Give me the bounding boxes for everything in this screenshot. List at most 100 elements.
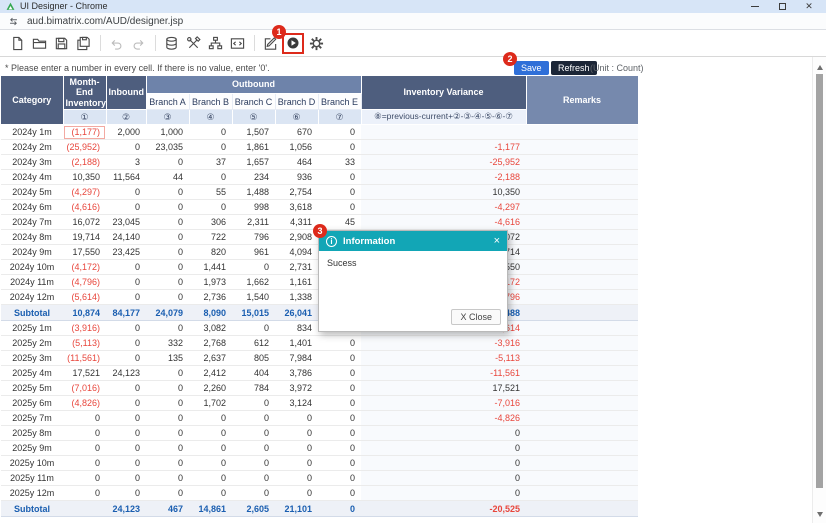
table-cell[interactable]: 24,140 bbox=[106, 230, 146, 245]
table-cell[interactable] bbox=[526, 486, 638, 501]
table-cell[interactable]: 0 bbox=[275, 471, 318, 486]
table-cell[interactable]: 55 bbox=[189, 185, 232, 200]
open-button[interactable] bbox=[29, 33, 49, 53]
table-cell[interactable]: 1,488 bbox=[232, 185, 275, 200]
table-cell[interactable] bbox=[526, 351, 638, 366]
table-cell[interactable]: 936 bbox=[275, 170, 318, 185]
table-cell[interactable]: 0 bbox=[232, 471, 275, 486]
table-cell[interactable] bbox=[526, 411, 638, 426]
table-cell[interactable]: 0 bbox=[189, 200, 232, 215]
table-cell[interactable] bbox=[526, 426, 638, 441]
save-as-button[interactable] bbox=[73, 33, 93, 53]
table-cell[interactable]: 0 bbox=[318, 471, 361, 486]
table-cell[interactable]: (4,616) bbox=[63, 200, 106, 215]
table-cell[interactable]: 234 bbox=[232, 170, 275, 185]
table-cell[interactable]: 0 bbox=[232, 321, 275, 336]
table-cell[interactable]: 2,637 bbox=[189, 351, 232, 366]
table-cell[interactable]: 0 bbox=[318, 411, 361, 426]
table-cell[interactable] bbox=[526, 230, 638, 245]
table-cell[interactable] bbox=[526, 155, 638, 170]
table-cell[interactable]: 0 bbox=[318, 366, 361, 381]
table-cell[interactable]: 0 bbox=[318, 336, 361, 351]
save-button[interactable]: Save bbox=[514, 61, 549, 75]
table-cell[interactable]: 306 bbox=[189, 215, 232, 230]
table-cell[interactable]: 135 bbox=[146, 351, 189, 366]
table-cell[interactable]: 0 bbox=[146, 155, 189, 170]
table-cell[interactable]: 2,412 bbox=[189, 366, 232, 381]
table-cell[interactable]: 0 bbox=[189, 125, 232, 140]
table-cell[interactable]: 0 bbox=[146, 245, 189, 260]
table-cell[interactable]: 0 bbox=[318, 185, 361, 200]
source-view-button[interactable] bbox=[227, 33, 247, 53]
table-cell[interactable]: 0 bbox=[189, 486, 232, 501]
table-cell[interactable]: 1,161 bbox=[275, 275, 318, 290]
table-cell[interactable] bbox=[526, 275, 638, 290]
table-cell[interactable]: 0 bbox=[232, 396, 275, 411]
table-cell[interactable]: 0 bbox=[146, 321, 189, 336]
table-cell[interactable]: 404 bbox=[232, 366, 275, 381]
table-cell[interactable] bbox=[526, 140, 638, 155]
table-cell[interactable]: 0 bbox=[189, 140, 232, 155]
table-cell[interactable]: 0 bbox=[106, 411, 146, 426]
table-cell[interactable]: 23,035 bbox=[146, 140, 189, 155]
table-cell[interactable]: 3,618 bbox=[275, 200, 318, 215]
table-cell[interactable]: 0 bbox=[106, 260, 146, 275]
table-cell[interactable]: 11,564 bbox=[106, 170, 146, 185]
table-cell[interactable]: 0 bbox=[318, 396, 361, 411]
close-icon[interactable]: ✕ bbox=[804, 2, 814, 12]
table-cell[interactable]: 2,311 bbox=[232, 215, 275, 230]
table-cell[interactable]: 0 bbox=[318, 456, 361, 471]
table-cell[interactable]: 0 bbox=[318, 426, 361, 441]
table-cell[interactable]: 0 bbox=[146, 185, 189, 200]
table-cell[interactable]: 2,754 bbox=[275, 185, 318, 200]
run-preview-button[interactable]: 1 bbox=[282, 33, 304, 54]
table-cell[interactable]: 23,425 bbox=[106, 245, 146, 260]
table-cell[interactable]: -7,016 bbox=[361, 396, 526, 411]
table-cell[interactable]: 1,507 bbox=[232, 125, 275, 140]
table-cell[interactable] bbox=[526, 456, 638, 471]
table-cell[interactable]: (4,826) bbox=[63, 396, 106, 411]
table-cell[interactable]: 0 bbox=[106, 426, 146, 441]
table-cell[interactable]: 24,123 bbox=[106, 366, 146, 381]
table-cell[interactable]: 0 bbox=[232, 426, 275, 441]
table-cell[interactable]: 3 bbox=[106, 155, 146, 170]
table-cell[interactable]: 0 bbox=[63, 486, 106, 501]
table-cell[interactable]: 16,072 bbox=[63, 215, 106, 230]
vertical-scrollbar[interactable] bbox=[812, 57, 826, 523]
table-cell[interactable]: 0 bbox=[189, 411, 232, 426]
table-cell[interactable]: 1,861 bbox=[232, 140, 275, 155]
dialog-close-icon[interactable]: × bbox=[494, 236, 500, 247]
table-cell[interactable]: 0 bbox=[232, 456, 275, 471]
dataset-button[interactable] bbox=[161, 33, 181, 53]
table-cell[interactable]: (4,297) bbox=[63, 185, 106, 200]
table-cell[interactable]: -4,616 bbox=[361, 215, 526, 230]
table-cell[interactable]: 0 bbox=[106, 275, 146, 290]
table-cell[interactable]: -5,113 bbox=[361, 351, 526, 366]
table-cell[interactable]: 17,521 bbox=[361, 381, 526, 396]
table-cell[interactable]: (4,172) bbox=[63, 260, 106, 275]
table-cell[interactable]: 0 bbox=[189, 426, 232, 441]
redo-button[interactable] bbox=[128, 33, 148, 53]
table-cell[interactable]: 1,973 bbox=[189, 275, 232, 290]
table-cell[interactable]: -4,826 bbox=[361, 411, 526, 426]
table-cell[interactable]: (1,177) bbox=[63, 125, 106, 140]
save-button-toolbar[interactable] bbox=[51, 33, 71, 53]
table-cell[interactable]: (25,952) bbox=[63, 140, 106, 155]
table-cell[interactable]: (5,113) bbox=[63, 336, 106, 351]
table-cell[interactable]: 0 bbox=[146, 366, 189, 381]
undo-button[interactable] bbox=[106, 33, 126, 53]
table-cell[interactable]: 0 bbox=[146, 396, 189, 411]
table-cell[interactable]: 722 bbox=[189, 230, 232, 245]
table-cell[interactable]: 3,082 bbox=[189, 321, 232, 336]
table-cell[interactable] bbox=[526, 170, 638, 185]
table-cell[interactable]: 0 bbox=[63, 471, 106, 486]
table-cell[interactable]: 0 bbox=[106, 351, 146, 366]
table-cell[interactable]: 3,972 bbox=[275, 381, 318, 396]
table-cell[interactable]: 19,714 bbox=[63, 230, 106, 245]
table-cell[interactable]: -3,916 bbox=[361, 336, 526, 351]
table-cell[interactable]: 0 bbox=[361, 486, 526, 501]
table-cell[interactable]: 1,056 bbox=[275, 140, 318, 155]
table-cell[interactable]: 0 bbox=[275, 426, 318, 441]
table-cell[interactable]: 0 bbox=[146, 230, 189, 245]
table-cell[interactable] bbox=[526, 471, 638, 486]
